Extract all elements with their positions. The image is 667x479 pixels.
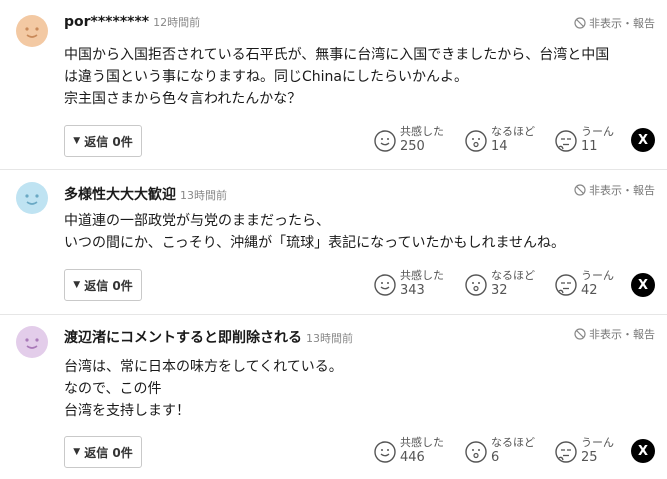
- block-icon: [574, 17, 586, 29]
- reaction-count: 42: [581, 283, 598, 298]
- reaction-count: 14: [491, 139, 508, 154]
- hide-report-link[interactable]: 非表示・報告: [574, 15, 655, 31]
- empathy-face-icon: [374, 274, 396, 296]
- reaction-label: なるほど: [491, 125, 535, 138]
- reaction-hmm[interactable]: うーん 11: [555, 125, 614, 155]
- comment-line: 台湾は、常に日本の味方をしてくれている。: [64, 359, 343, 375]
- hide-report-label: 非表示・報告: [589, 328, 655, 341]
- comment-line: 宗主国さまから色々言われたんかな？: [64, 91, 302, 107]
- reply-label: 返信 0件: [84, 445, 133, 460]
- reply-label: 返信 0件: [84, 278, 133, 293]
- empathy-face-icon: [374, 441, 396, 463]
- caret-down-icon: ▼: [73, 280, 81, 290]
- comment-item: 渡辺渚にコメントすると即削除される 13時間前 非表示・報告 台湾は、常に日本の味…: [0, 315, 667, 479]
- comment-line: いつの間にか、こっそり、沖縄が「琉球」表記になっていたかもしれませんね。: [64, 235, 566, 251]
- reaction-empathy[interactable]: 共感した 250: [374, 125, 444, 155]
- reply-button[interactable]: ▼ 返信 0件: [64, 125, 142, 157]
- reaction-insightful[interactable]: なるほど 14: [465, 125, 535, 155]
- caret-down-icon: ▼: [73, 136, 81, 146]
- comment-line: 中国から入国拒否されている石平氏が、無事に台湾に入国できましたから、台湾と中国: [64, 47, 610, 63]
- reply-button[interactable]: ▼ 返信 0件: [64, 269, 142, 301]
- comment-time: 13時間前: [180, 189, 227, 202]
- insightful-face-icon: [465, 441, 487, 463]
- hide-report-label: 非表示・報告: [589, 184, 655, 197]
- reaction-insightful[interactable]: なるほど 32: [465, 269, 535, 299]
- avatar[interactable]: [16, 326, 48, 358]
- reply-button[interactable]: ▼ 返信 0件: [64, 436, 142, 468]
- comment-author[interactable]: 多様性大大大歓迎 13時間前: [64, 184, 227, 204]
- comment-line: 台湾を支持します！: [64, 403, 190, 419]
- hide-report-link[interactable]: 非表示・報告: [574, 182, 655, 198]
- author-name[interactable]: 多様性大大大歓迎: [64, 187, 176, 203]
- hmm-face-icon: [555, 130, 577, 152]
- reaction-label: うーん: [581, 125, 614, 138]
- reaction-count: 343: [400, 283, 425, 298]
- avatar[interactable]: [16, 15, 48, 47]
- avatar[interactable]: [16, 182, 48, 214]
- comment-item: por******** 12時間前 非表示・報告 中国から入国拒否されている石平氏…: [0, 0, 667, 170]
- hide-report-link[interactable]: 非表示・報告: [574, 326, 655, 342]
- reaction-empathy[interactable]: 共感した 446: [374, 436, 444, 466]
- reaction-label: うーん: [581, 269, 614, 282]
- reaction-count: 250: [400, 139, 425, 154]
- caret-down-icon: ▼: [73, 447, 81, 457]
- reaction-hmm[interactable]: うーん 25: [555, 436, 614, 466]
- comment-time: 13時間前: [306, 332, 353, 345]
- comment-line: 中道連の一部政党が与党のままだったら、: [64, 213, 330, 229]
- comment-author[interactable]: 渡辺渚にコメントすると即削除される 13時間前: [64, 327, 353, 347]
- reaction-count: 25: [581, 450, 598, 465]
- insightful-face-icon: [465, 274, 487, 296]
- block-icon: [574, 328, 586, 340]
- comment-body: 台湾は、常に日本の味方をしてくれている。 なので、この件 台湾を支持します！: [64, 356, 654, 422]
- comment-body: 中国から入国拒否されている石平氏が、無事に台湾に入国できましたから、台湾と中国 …: [64, 44, 654, 110]
- reaction-count: 11: [581, 139, 598, 154]
- comment-line: なので、この件: [64, 381, 162, 397]
- hmm-face-icon: [555, 441, 577, 463]
- insightful-face-icon: [465, 130, 487, 152]
- reaction-count: 32: [491, 283, 508, 298]
- comment-time: 12時間前: [153, 16, 201, 29]
- comment-line: は違う国という事になりますね。同じChinaにしたらいかんよ。: [64, 69, 468, 85]
- reaction-empathy[interactable]: 共感した 343: [374, 269, 444, 299]
- comment-author[interactable]: por******** 12時間前: [64, 14, 200, 30]
- author-name[interactable]: 渡辺渚にコメントすると即削除される: [64, 330, 302, 346]
- x-share-icon[interactable]: X: [631, 128, 655, 152]
- reaction-label: うーん: [581, 436, 614, 449]
- comment-body: 中道連の一部政党が与党のままだったら、 いつの間にか、こっそり、沖縄が「琉球」表…: [64, 210, 654, 254]
- comment-item: 多様性大大大歓迎 13時間前 非表示・報告 中道連の一部政党が与党のままだったら、…: [0, 170, 667, 315]
- reaction-label: なるほど: [491, 269, 535, 282]
- reaction-hmm[interactable]: うーん 42: [555, 269, 614, 299]
- reaction-label: 共感した: [400, 436, 444, 449]
- x-share-icon[interactable]: X: [631, 273, 655, 297]
- reaction-label: 共感した: [400, 269, 444, 282]
- reaction-count: 6: [491, 450, 500, 465]
- hmm-face-icon: [555, 274, 577, 296]
- hide-report-label: 非表示・報告: [589, 17, 655, 30]
- reaction-label: なるほど: [491, 436, 535, 449]
- reaction-label: 共感した: [400, 125, 444, 138]
- reaction-count: 446: [400, 450, 425, 465]
- reaction-insightful[interactable]: なるほど 6: [465, 436, 535, 466]
- author-name[interactable]: por********: [64, 14, 149, 30]
- reply-label: 返信 0件: [84, 134, 133, 149]
- x-share-icon[interactable]: X: [631, 439, 655, 463]
- block-icon: [574, 184, 586, 196]
- empathy-face-icon: [374, 130, 396, 152]
